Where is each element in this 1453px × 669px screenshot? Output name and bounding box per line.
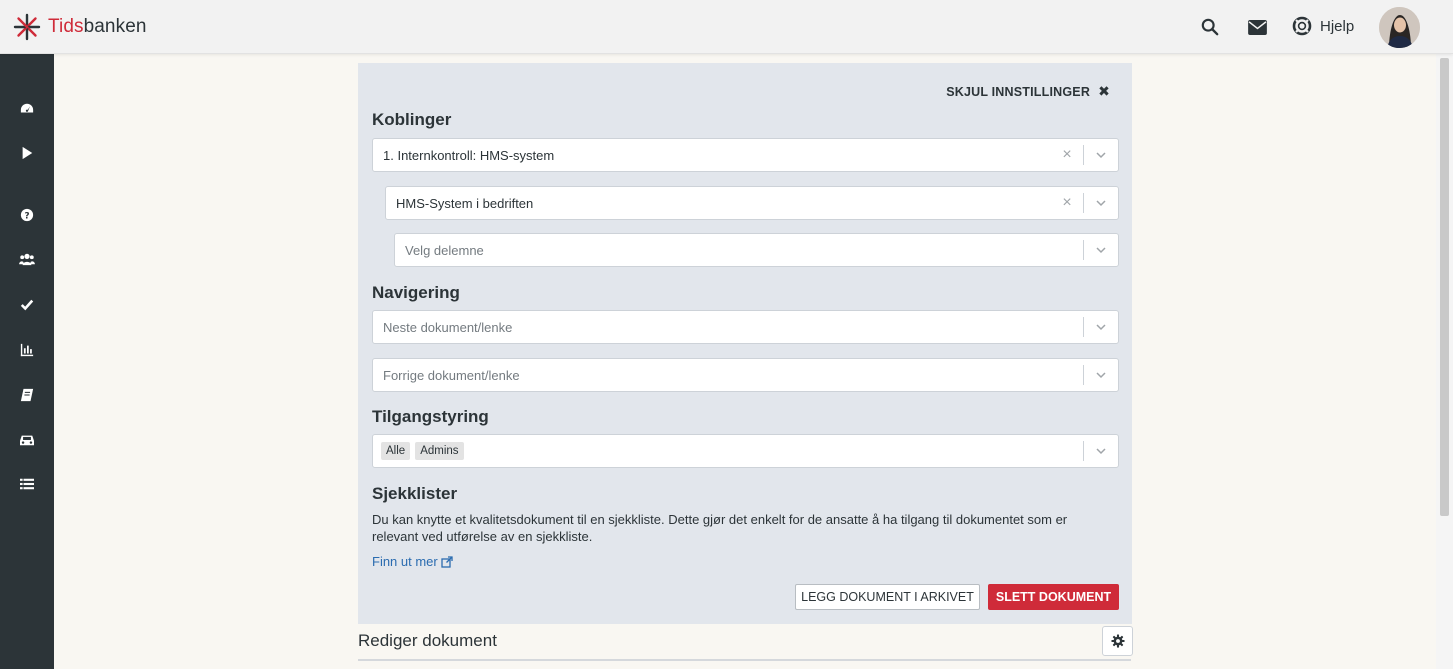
sjekklister-title: Sjekklister [372, 484, 458, 503]
dashboard-icon[interactable] [0, 94, 54, 124]
select-placeholder: Forrige dokument/lenke [383, 367, 520, 383]
chevron-down-icon[interactable] [1084, 321, 1118, 333]
scrollbar-thumb[interactable] [1440, 58, 1449, 516]
top-bar: Tidsbanken Hjelp [0, 0, 1453, 54]
settings-panel: SKJUL INNSTILLINGER ✖ Koblinger 1. Inter… [358, 63, 1132, 624]
hide-settings-button[interactable]: SKJUL INNSTILLINGER ✖ [946, 83, 1110, 100]
chevron-down-icon[interactable] [1084, 445, 1118, 457]
bar-chart-icon[interactable] [0, 335, 54, 365]
delete-document-button[interactable]: SLETT DOKUMENT [988, 584, 1119, 610]
chevron-down-icon[interactable] [1084, 244, 1118, 256]
settings-gear-button[interactable] [1102, 626, 1133, 656]
chip-alle[interactable]: Alle [381, 442, 411, 460]
help-link[interactable]: Hjelp [1292, 16, 1354, 36]
access-chips: Alle Admins [373, 442, 1083, 460]
book-icon[interactable] [0, 380, 54, 410]
gear-icon [1110, 634, 1125, 648]
edit-document-title: Rediger dokument [358, 631, 497, 650]
car-icon[interactable] [0, 425, 54, 455]
sjekklister-description: Du kan knytte et kvalitetsdokument til e… [372, 512, 1068, 544]
chevron-down-icon[interactable] [1084, 149, 1118, 161]
clear-icon[interactable]: × [1051, 194, 1083, 212]
chevron-down-icon[interactable] [1084, 197, 1118, 209]
hide-settings-label: SKJUL INNSTILLINGER [946, 84, 1091, 99]
close-icon: ✖ [1098, 83, 1110, 99]
mail-icon[interactable] [1247, 17, 1267, 37]
logo-text: Tidsbanken [48, 16, 147, 37]
check-icon[interactable] [0, 290, 54, 320]
chip-admins[interactable]: Admins [415, 442, 464, 460]
logo-icon [13, 13, 41, 41]
svg-text:?: ? [24, 212, 29, 222]
navigering-title: Navigering [372, 283, 460, 302]
koblinger-title: Koblinger [372, 110, 452, 129]
question-icon[interactable]: ? [0, 200, 54, 230]
logo[interactable]: Tidsbanken [13, 13, 147, 41]
select-value: 1. Internkontroll: HMS-system [383, 147, 555, 163]
users-icon[interactable] [0, 244, 54, 274]
koblinger-select-1[interactable]: 1. Internkontroll: HMS-system × [372, 138, 1119, 172]
tilgangstyring-title: Tilgangstyring [372, 407, 489, 426]
external-link-icon [441, 555, 453, 568]
koblinger-select-2[interactable]: HMS-System i bedriften × [385, 186, 1119, 220]
select-value: HMS-System i bedriften [396, 195, 534, 211]
list-icon[interactable] [0, 469, 54, 499]
learn-more-label: Finn ut mer [372, 554, 438, 569]
select-placeholder: Velg delemne [405, 242, 484, 258]
help-label: Hjelp [1320, 17, 1355, 35]
editor-divider [358, 659, 1131, 661]
sidebar: ? [0, 54, 54, 669]
play-icon[interactable] [0, 138, 54, 168]
chevron-down-icon[interactable] [1084, 369, 1118, 381]
archive-document-button[interactable]: LEGG DOKUMENT I ARKIVET [795, 584, 980, 610]
learn-more-link[interactable]: Finn ut mer [372, 554, 453, 569]
clear-icon[interactable]: × [1051, 146, 1083, 164]
lifebuoy-icon [1292, 16, 1312, 36]
select-placeholder: Neste dokument/lenke [383, 319, 513, 335]
avatar[interactable] [1379, 7, 1420, 48]
access-select[interactable]: Alle Admins [372, 434, 1119, 468]
next-document-select[interactable]: Neste dokument/lenke [372, 310, 1119, 344]
search-icon[interactable] [1200, 17, 1220, 37]
delemne-select[interactable]: Velg delemne [394, 233, 1119, 267]
prev-document-select[interactable]: Forrige dokument/lenke [372, 358, 1119, 392]
